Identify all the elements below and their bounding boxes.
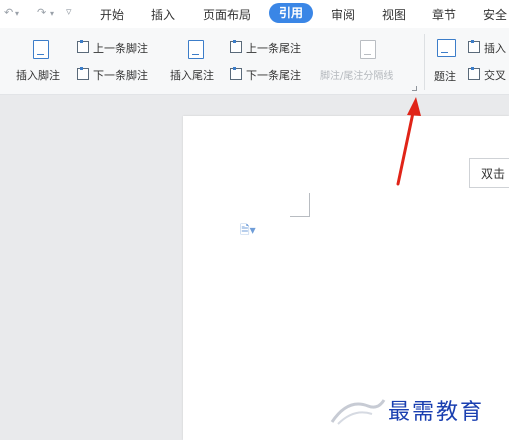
watermark-text: 最需教育 <box>388 400 485 425</box>
watermark-logo-icon <box>330 399 386 425</box>
annotation-arrow <box>396 97 421 186</box>
watermark: 最需教育 <box>328 388 509 428</box>
arrow-shaft <box>396 106 416 186</box>
arrow-head <box>407 97 421 116</box>
